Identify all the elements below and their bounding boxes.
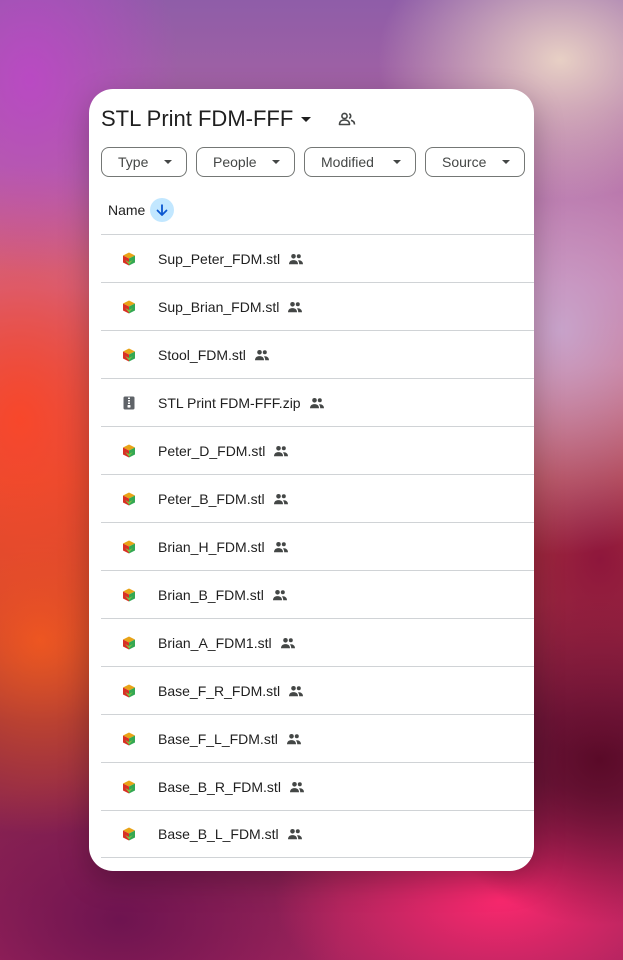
shared-people-icon: [287, 826, 303, 842]
file-row[interactable]: Sup_Peter_FDM.stl: [101, 234, 534, 282]
file-name: Stool_FDM.stl: [158, 346, 246, 363]
stl-file-icon: [121, 826, 137, 842]
shared-people-icon: [280, 635, 296, 651]
file-row[interactable]: Peter_D_FDM.stl: [101, 426, 534, 474]
stl-file-icon: [121, 491, 137, 507]
zip-file-icon: [121, 395, 137, 411]
shared-people-icon: [286, 731, 302, 747]
shared-people-icon: [273, 443, 289, 459]
chevron-down-icon: [393, 160, 401, 164]
file-row[interactable]: Peter_B_FDM.stl: [101, 474, 534, 522]
file-name: Brian_H_FDM.stl: [158, 538, 265, 555]
filter-type-label: Type: [118, 154, 149, 170]
shared-people-icon: [289, 779, 305, 795]
stl-file-icon: [121, 731, 137, 747]
stl-file-icon: [121, 443, 137, 459]
filter-source-button[interactable]: Source: [425, 147, 525, 177]
filter-source-label: Source: [442, 154, 487, 170]
file-row[interactable]: Stool_FDM.stl: [101, 330, 534, 378]
file-list: Sup_Peter_FDM.stl Sup_Brian_FDM.stl Stool_…: [101, 234, 534, 858]
chevron-down-icon: [272, 160, 280, 164]
filter-people-button[interactable]: People: [196, 147, 295, 177]
file-name: Sup_Peter_FDM.stl: [158, 250, 281, 267]
shared-people-icon: [288, 683, 304, 699]
shared-people-icon: [288, 251, 304, 267]
shared-people-icon: [254, 347, 270, 363]
stl-file-icon: [121, 251, 137, 267]
file-name: Brian_A_FDM1.stl: [158, 634, 272, 651]
shared-people-icon: [309, 395, 325, 411]
arrow-down-icon: [156, 204, 168, 216]
folder-header: STL Print FDM-FFF: [101, 97, 357, 141]
file-row[interactable]: STL Print FDM-FFF.zip: [101, 378, 534, 426]
file-browser-panel: STL Print FDM-FFF Type People Modified S…: [89, 89, 534, 871]
file-row[interactable]: Brian_B_FDM.stl: [101, 570, 534, 618]
filter-modified-label: Modified: [321, 154, 374, 170]
file-row[interactable]: Brian_A_FDM1.stl: [101, 618, 534, 666]
file-name: Sup_Brian_FDM.stl: [158, 298, 280, 315]
file-name: STL Print FDM-FFF.zip: [158, 394, 301, 411]
file-name: Base_B_L_FDM.stl: [158, 826, 279, 842]
stl-file-icon: [121, 587, 137, 603]
shared-people-icon: [272, 587, 288, 603]
file-name: Base_B_R_FDM.stl: [158, 778, 281, 795]
stl-file-icon: [121, 779, 137, 795]
file-name: Peter_D_FDM.stl: [158, 442, 266, 459]
filter-people-label: People: [213, 154, 257, 170]
shared-people-icon: [273, 539, 289, 555]
sort-by-name-label[interactable]: Name: [108, 202, 145, 218]
filter-modified-button[interactable]: Modified: [304, 147, 416, 177]
folder-title[interactable]: STL Print FDM-FFF: [101, 106, 293, 132]
filter-chips: Type People Modified Source: [101, 147, 525, 177]
file-row[interactable]: Base_F_L_FDM.stl: [101, 714, 534, 762]
file-name: Peter_B_FDM.stl: [158, 490, 265, 507]
filter-type-button[interactable]: Type: [101, 147, 187, 177]
file-row[interactable]: Base_F_R_FDM.stl: [101, 666, 534, 714]
stl-file-icon: [121, 635, 137, 651]
stl-file-icon: [121, 539, 137, 555]
chevron-down-icon: [502, 160, 510, 164]
stl-file-icon: [121, 299, 137, 315]
file-row[interactable]: Base_B_L_FDM.stl: [101, 810, 534, 858]
sort-header: Name: [108, 198, 175, 222]
file-row[interactable]: Brian_H_FDM.stl: [101, 522, 534, 570]
caret-down-icon[interactable]: [301, 116, 312, 122]
shared-people-icon: [273, 491, 289, 507]
stl-file-icon: [121, 683, 137, 699]
file-row[interactable]: Base_B_R_FDM.stl: [101, 762, 534, 810]
file-row[interactable]: Sup_Brian_FDM.stl: [101, 282, 534, 330]
file-name: Base_F_L_FDM.stl: [158, 730, 278, 747]
people-icon[interactable]: [337, 109, 357, 129]
file-name: Base_F_R_FDM.stl: [158, 682, 281, 699]
file-name: Brian_B_FDM.stl: [158, 586, 264, 603]
sort-direction-button[interactable]: [150, 198, 175, 222]
chevron-down-icon: [164, 160, 172, 164]
shared-people-icon: [287, 299, 303, 315]
stl-file-icon: [121, 347, 137, 363]
